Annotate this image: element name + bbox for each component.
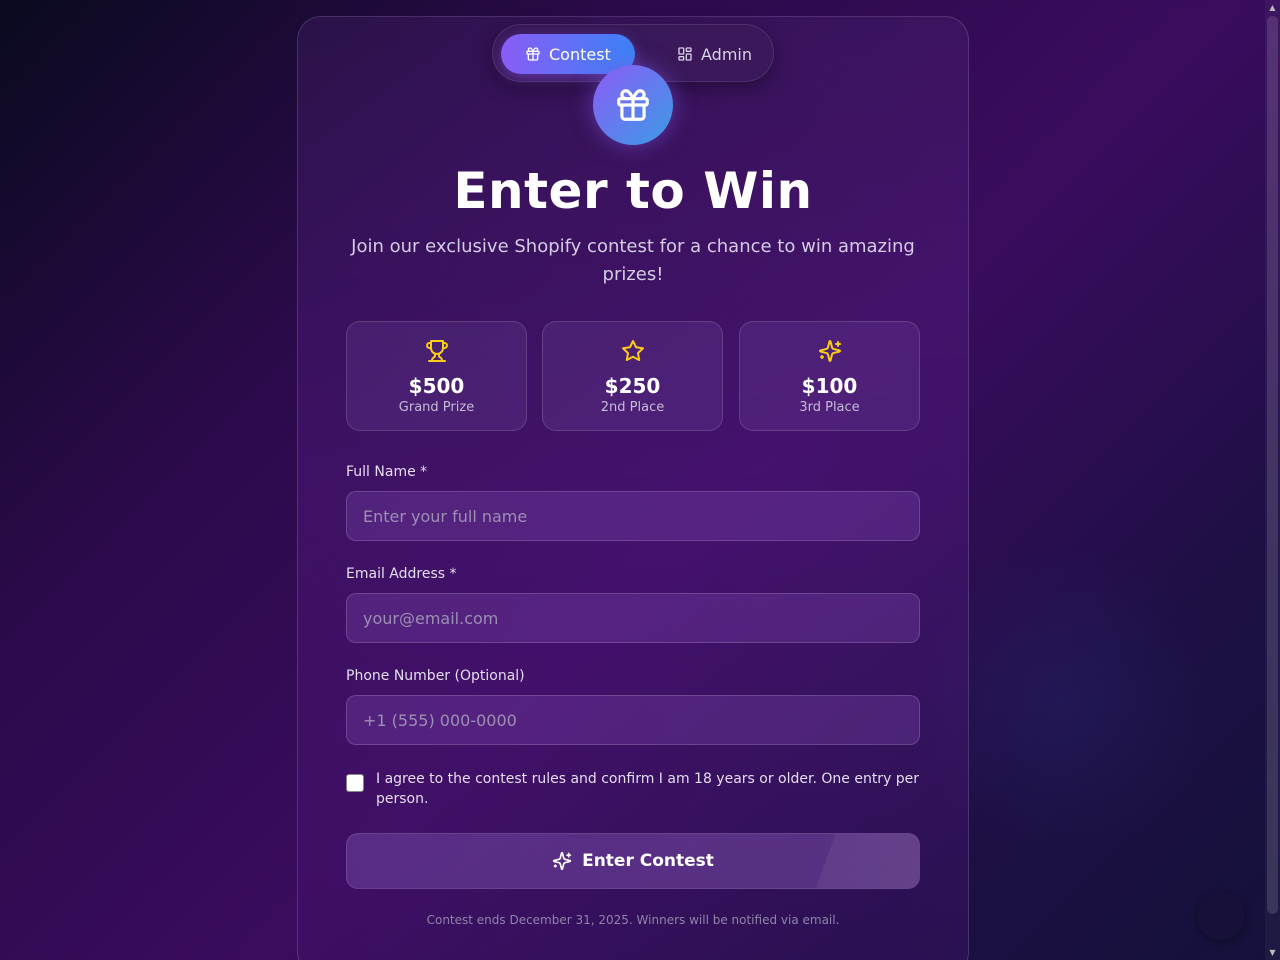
hero-gift-badge — [593, 65, 673, 145]
chat-launcher-button[interactable] — [1197, 892, 1245, 940]
email-label: Email Address * — [346, 566, 457, 582]
tab-admin-label: Admin — [701, 44, 752, 64]
page-subtitle: Join our exclusive Shopify contest for a… — [351, 236, 915, 285]
full-name-label: Full Name * — [346, 464, 428, 480]
enter-contest-button[interactable]: Enter Contest — [346, 833, 920, 889]
contest-footnote: Contest ends December 31, 2025. Winners … — [426, 913, 840, 927]
trophy-icon — [426, 340, 448, 362]
prize-label: Grand Prize — [398, 400, 475, 415]
enter-contest-label: Enter Contest — [582, 851, 714, 871]
scroll-up-arrow-icon[interactable]: ▲ — [1268, 3, 1277, 12]
prize-card-third: $100 3rd Place — [739, 321, 920, 431]
tab-admin[interactable]: Admin — [653, 34, 771, 74]
agree-checkbox[interactable] — [346, 774, 364, 792]
contest-card — [297, 16, 969, 960]
scroll-thumb[interactable] — [1267, 16, 1278, 914]
email-input[interactable] — [346, 593, 920, 643]
tab-contest-label: Contest — [549, 44, 611, 64]
gift-icon — [526, 47, 540, 61]
dashboard-icon — [678, 47, 692, 61]
page-scrollbar[interactable]: ▲ ▼ — [1265, 0, 1280, 960]
sparkles-icon — [552, 851, 572, 871]
prize-card-second: $250 2nd Place — [542, 321, 723, 431]
page-title: Enter to Win — [453, 162, 813, 220]
full-name-input[interactable] — [346, 491, 920, 541]
phone-input[interactable] — [346, 695, 920, 745]
sparkles-icon — [819, 340, 841, 362]
star-icon — [622, 340, 644, 362]
prize-label: 3rd Place — [799, 400, 860, 415]
prize-amount: $500 — [408, 374, 465, 398]
prize-amount: $100 — [801, 374, 858, 398]
phone-label: Phone Number (Optional) — [346, 668, 525, 684]
agree-label: I agree to the contest rules and confirm… — [376, 771, 920, 807]
scroll-down-arrow-icon[interactable]: ▼ — [1268, 948, 1277, 957]
prize-card-grand: $500 Grand Prize — [346, 321, 527, 431]
prize-amount: $250 — [604, 374, 661, 398]
gift-icon — [617, 89, 649, 121]
prize-label: 2nd Place — [600, 400, 665, 415]
